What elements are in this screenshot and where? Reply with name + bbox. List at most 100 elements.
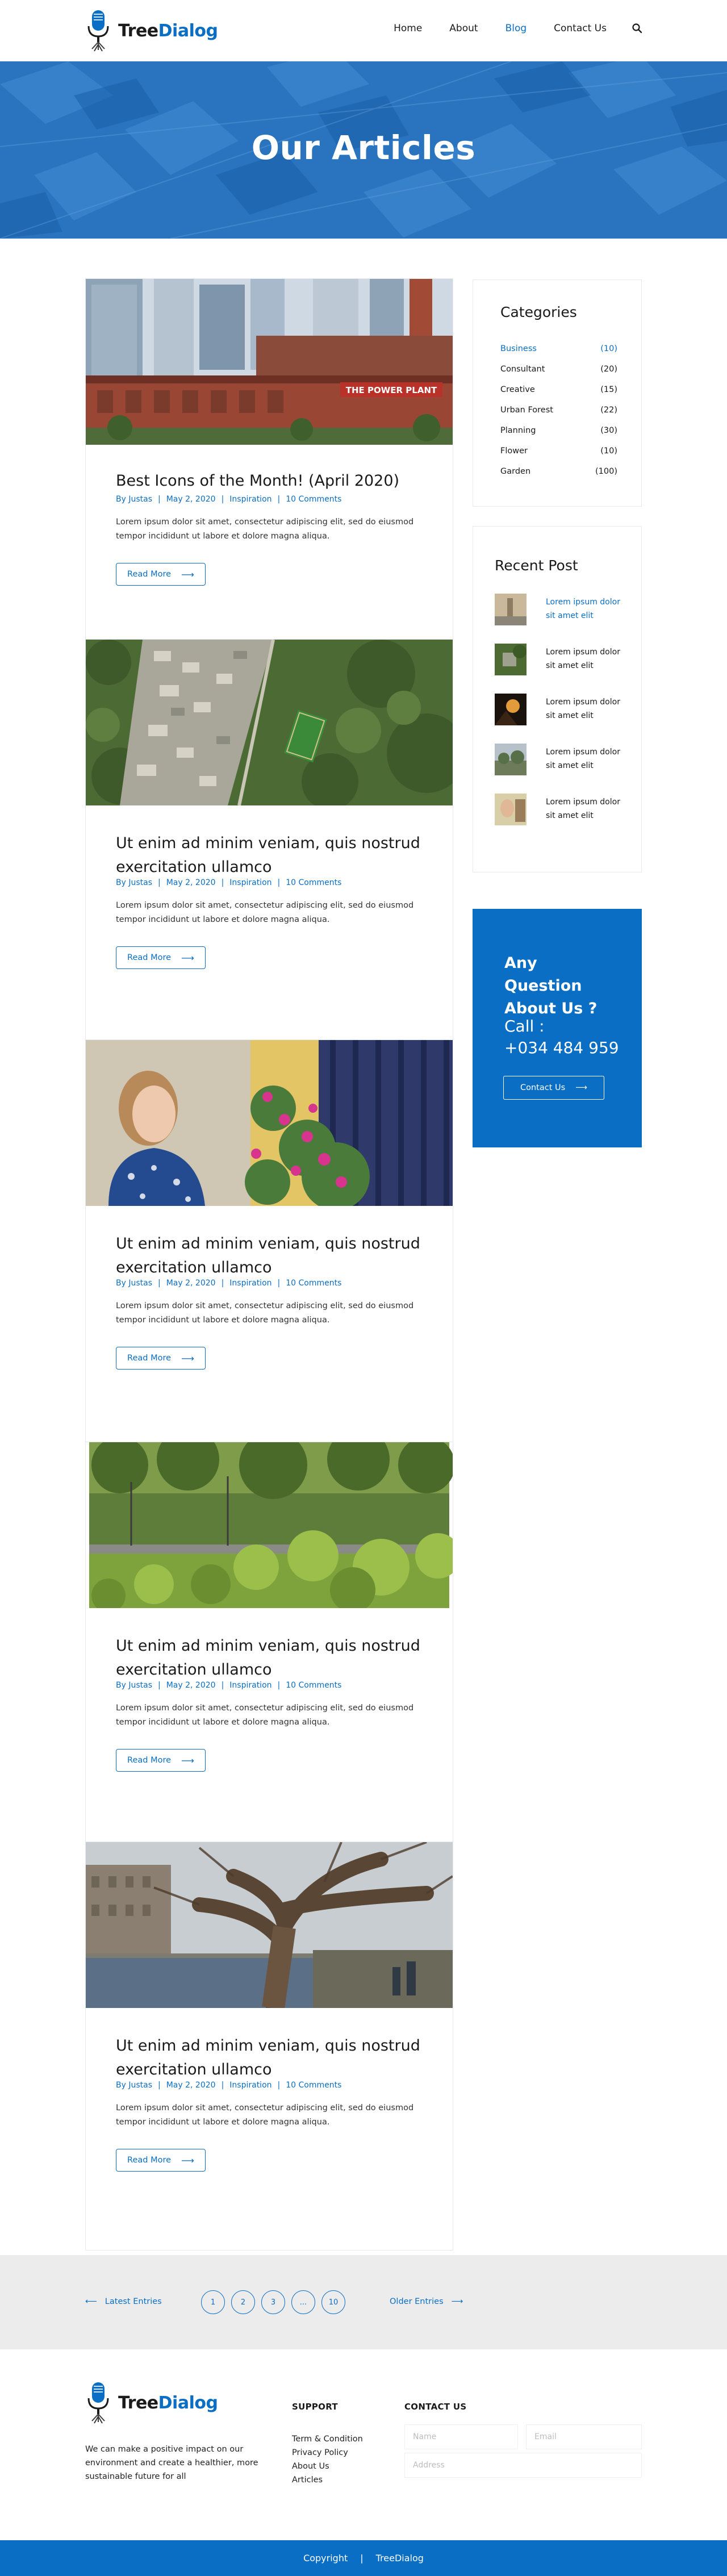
article-author[interactable]: By Justas [116,495,152,504]
recent-post-item[interactable]: Lorem ipsum dolor sit amet elit [495,594,625,628]
article-image-girl-flowers[interactable] [86,1040,453,1206]
article-author[interactable]: By Justas [116,1681,152,1690]
recent-post-thumbnail [495,644,527,675]
read-more-button[interactable]: Read More ⟶ [116,1347,206,1370]
category-item-business[interactable]: Business (10) [500,344,617,353]
name-field[interactable] [404,2424,518,2449]
recent-post-title: Lorem ipsum dolor sit amet elit [546,648,620,670]
footer-logo[interactable]: TreeDialog [84,2381,218,2424]
article-title[interactable]: Ut enim ad minim veniam, quis nostrud ex… [116,1634,423,1682]
article-date[interactable]: May 2, 2020 [166,495,216,504]
article-comments[interactable]: 10 Comments [286,1681,341,1690]
article-excerpt: Lorem ipsum dolor sit amet, consectetur … [116,901,414,924]
article-date[interactable]: May 2, 2020 [166,1279,216,1288]
copyright-brand[interactable]: TreeDialog [376,2553,424,2564]
category-item-garden[interactable]: Garden (100) [500,467,617,476]
article-title[interactable]: Ut enim ad minim veniam, quis nostrud ex… [116,1232,423,1280]
article-title[interactable]: Ut enim ad minim veniam, quis nostrud ex… [116,832,423,879]
page-ellipsis: ... [291,2290,315,2314]
nav-blog[interactable]: Blog [505,23,527,34]
read-more-button[interactable]: Read More ⟶ [116,946,206,969]
cta-question: Any Question About Us ? [504,954,598,1017]
article-image-aerial-town[interactable] [86,640,453,805]
article-date[interactable]: May 2, 2020 [166,2081,216,2090]
site-footer: TreeDialog We can make a positive impact… [0,2349,727,2540]
cta-phone-number[interactable]: +034 484 959 [504,1038,619,1057]
recent-post-title: Lorem ipsum dolor sit amet elit [546,698,620,720]
meta-separator: | [277,1279,281,1288]
arrow-left-icon: ⟵ [85,2297,97,2306]
site-header: TreeDialog Home About Blog Contact Us [0,0,727,61]
page-title: Our Articles [251,128,476,167]
article-comments[interactable]: 10 Comments [286,495,341,504]
copyright-separator: | [360,2553,364,2564]
article-excerpt: Lorem ipsum dolor sit amet, consectetur … [116,517,414,541]
meta-separator: | [158,1681,161,1690]
article-category[interactable]: Inspiration [229,495,271,504]
footer-link-privacy[interactable]: Privacy Policy [292,2448,348,2457]
read-more-button[interactable]: Read More ⟶ [116,563,206,586]
arrow-right-icon: ⟶ [451,2297,463,2306]
page-10-button[interactable]: 10 [321,2290,345,2314]
category-item-flower[interactable]: Flower (10) [500,446,617,456]
recent-post-thumbnail [495,744,527,775]
recent-post-item[interactable]: Lorem ipsum dolor sit amet elit [495,794,625,828]
article-category[interactable]: Inspiration [229,2081,271,2090]
article-image-power-plant[interactable]: THE POWER PLANT [86,279,453,445]
nav-contact-us[interactable]: Contact Us [554,23,607,34]
article-comments[interactable]: 10 Comments [286,878,341,887]
site-logo[interactable]: TreeDialog [84,9,218,52]
article-meta: By Justas | May 2, 2020 | Inspiration | 10 … [116,1279,341,1288]
address-field[interactable] [404,2453,642,2478]
article-category[interactable]: Inspiration [229,1279,271,1288]
article-image-park-greenery[interactable] [86,1442,453,1608]
footer-link-terms[interactable]: Term & Condition [292,2435,363,2444]
older-entries-link[interactable]: Older Entries ⟶ [390,2297,463,2306]
category-item-creative[interactable]: Creative (15) [500,385,617,394]
article-excerpt: Lorem ipsum dolor sit amet, consectetur … [116,2103,414,2127]
article-title[interactable]: Ut enim ad minim veniam, quis nostrud ex… [116,2034,423,2082]
microphone-tree-logo-icon [87,10,109,52]
recent-post-title: Lorem ipsum dolor sit amet elit [546,598,620,620]
category-item-consultant[interactable]: Consultant (20) [500,365,617,374]
recent-post-item[interactable]: Lorem ipsum dolor sit amet elit [495,644,625,678]
categories-widget: Categories Business (10) Consultant (20) C… [473,279,642,507]
article-title[interactable]: Best Icons of the Month! (April 2020) [116,469,423,493]
footer-link-about[interactable]: About Us [292,2462,329,2471]
article-category[interactable]: Inspiration [229,1681,271,1690]
hero-banner: Our Articles [0,61,727,239]
read-more-button[interactable]: Read More ⟶ [116,1749,206,1772]
search-icon[interactable] [632,23,643,34]
latest-entries-link[interactable]: ⟵ Latest Entries [85,2297,162,2306]
article-author[interactable]: By Justas [116,1279,152,1288]
article-category[interactable]: Inspiration [229,878,271,887]
contact-us-button[interactable]: Contact Us ⟶ [503,1076,604,1100]
article-comments[interactable]: 10 Comments [286,2081,341,2090]
category-item-urban-forest[interactable]: Urban Forest (22) [500,406,617,415]
page-2-button[interactable]: 2 [231,2290,255,2314]
read-more-button[interactable]: Read More ⟶ [116,2149,206,2172]
meta-separator: | [277,878,281,887]
page-3-button[interactable]: 3 [261,2290,285,2314]
arrow-right-icon: ⟶ [575,1083,587,1092]
article-comments[interactable]: 10 Comments [286,1279,341,1288]
article-card: Ut enim ad minim veniam, quis nostrud ex… [85,1442,453,1851]
article-date[interactable]: May 2, 2020 [166,1681,216,1690]
category-item-planning[interactable]: Planning (30) [500,426,617,435]
email-field[interactable] [526,2424,642,2449]
nav-about[interactable]: About [449,23,478,34]
footer-link-articles[interactable]: Articles [292,2475,323,2485]
article-card: Ut enim ad minim veniam, quis nostrud ex… [85,1842,453,2251]
article-image-riverside-tree[interactable] [86,1842,453,2008]
recent-post-item[interactable]: Lorem ipsum dolor sit amet elit [495,694,625,728]
pagination-bar: ⟵ Latest Entries 1 2 3 ... 10 Older Entri… [0,2255,727,2349]
article-meta: By Justas | May 2, 2020 | Inspiration | 10 … [116,2081,341,2090]
article-author[interactable]: By Justas [116,878,152,887]
copyright-label: Copyright [303,2553,348,2564]
article-date[interactable]: May 2, 2020 [166,878,216,887]
meta-separator: | [277,495,281,504]
article-author[interactable]: By Justas [116,2081,152,2090]
nav-home[interactable]: Home [394,23,422,34]
recent-post-item[interactable]: Lorem ipsum dolor sit amet elit [495,744,625,778]
page-1-button[interactable]: 1 [201,2290,225,2314]
